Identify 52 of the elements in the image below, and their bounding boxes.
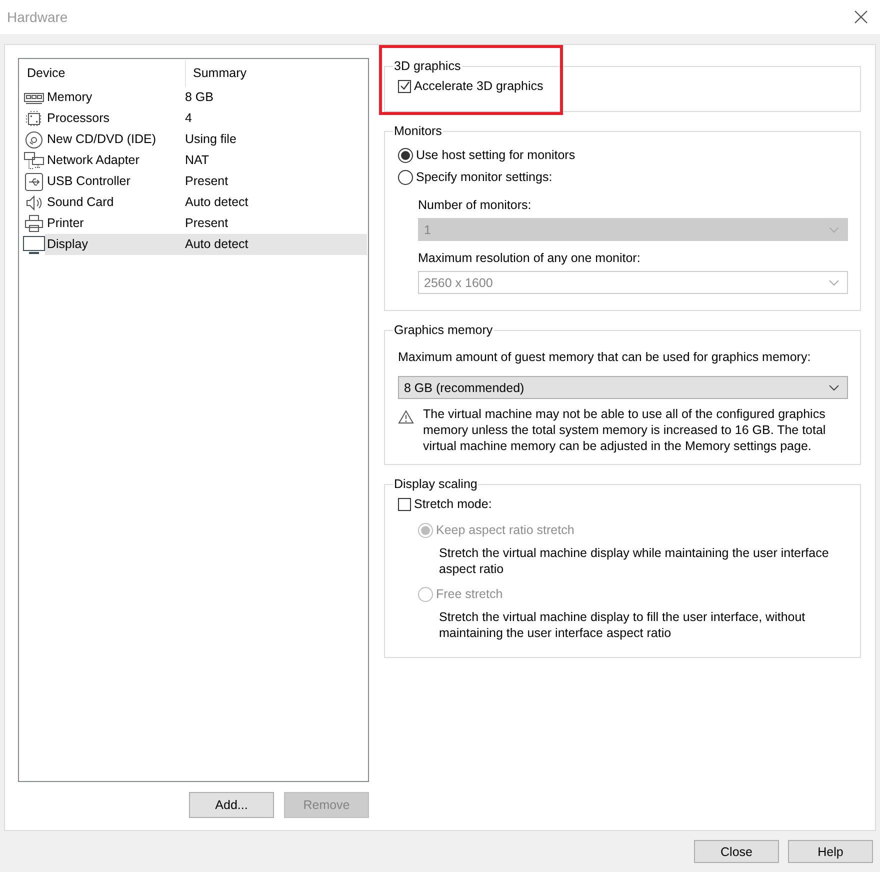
radio-button[interactable] [398,170,413,184]
group-title: Display scaling [393,477,478,491]
device-name[interactable]: Network Adapter [45,150,185,171]
device-name[interactable]: Processors [45,108,185,129]
memory-chip-icon [23,90,45,104]
device-name[interactable]: Display [45,234,185,255]
device-summary[interactable]: Using file [185,129,367,150]
dropdown[interactable]: 8 GB (recommended) [398,376,848,399]
column-header[interactable]: Device [20,60,186,87]
add-button[interactable]: Add... [189,792,274,818]
device-summary[interactable]: 8 GB [185,87,367,108]
device-name[interactable]: Printer [45,213,185,234]
monitor-icon [23,236,45,254]
device-summary[interactable]: 4 [185,108,367,129]
device-name[interactable]: Sound Card [45,192,185,213]
device-name[interactable]: USB Controller [45,171,185,192]
printer-icon [23,214,45,232]
field-label: Number of monitors: [418,197,532,214]
option-description: Stretch the virtual machine display to fill the user interface, without maintaining the user interface aspect ratio [438,609,806,641]
radio-label[interactable]: Specify monitor settings: [416,170,552,184]
checkbox[interactable] [398,498,411,510]
checkbox-label[interactable]: Stretch mode: [414,497,492,511]
column-header[interactable]: Summary [186,60,246,87]
field-label: Maximum resolution of any one monitor: [418,250,642,267]
radio-label[interactable]: Use host setting for monitors [416,148,576,162]
window-title: Hardware [7,9,68,25]
device-summary[interactable]: Auto detect [185,192,367,213]
disc-icon [23,130,45,148]
warning-icon [398,410,414,424]
group-title: Monitors [393,124,443,138]
device-summary[interactable]: Present [185,213,367,234]
radio-button[interactable] [398,148,413,162]
chevron-down-icon [829,226,839,232]
checkbox[interactable] [398,80,411,92]
field-label: Maximum amount of guest memory that can be used for graphics memory: [398,349,812,366]
help-button[interactable]: Help [788,840,873,863]
device-summary[interactable]: Auto detect [185,234,367,255]
chevron-down-icon [829,280,839,286]
network-computers-icon [23,152,45,170]
group-title: 3D graphics [393,59,462,73]
device-name[interactable]: Memory [45,87,185,108]
checkbox-label[interactable]: Accelerate 3D graphics [414,79,544,93]
close-button[interactable]: Close [694,840,779,863]
usb-icon [23,172,45,190]
group-title: Graphics memory [393,323,494,337]
chevron-down-icon [829,384,839,390]
device-summary[interactable]: NAT [185,150,367,171]
device-summary[interactable]: Present [185,171,367,192]
device-name[interactable]: New CD/DVD (IDE) [45,129,185,150]
option-description: Stretch the virtual machine display while maintaining the user interface aspect ratio [438,545,830,577]
warning-text: The virtual machine may not be able to use all of the configured graphics memory unless the total system memory is increased to 16 GB. The total virtual machine memory can be adjusted in the Memory settings page. [423,406,827,454]
close-icon[interactable] [854,10,868,24]
